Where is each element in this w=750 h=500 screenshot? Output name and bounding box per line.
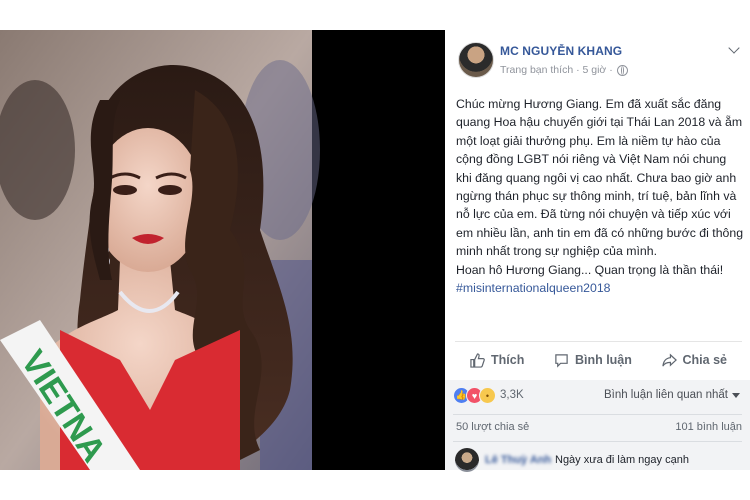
- post-meta-text: Trang bạn thích · 5 giờ ·: [500, 64, 613, 76]
- caret-down-icon[interactable]: [732, 393, 740, 398]
- like-label: Thích: [491, 353, 525, 367]
- comment-sort-dropdown[interactable]: Bình luận liên quan nhất: [604, 389, 728, 401]
- globe-icon[interactable]: [616, 64, 628, 76]
- reaction-icons[interactable]: 👍 ♥ •: [453, 387, 496, 404]
- comment-label: Bình luận: [574, 353, 632, 367]
- divider: [453, 414, 742, 415]
- post-paragraph: Chúc mừng Hương Giang. Em đã xuất sắc đă…: [456, 97, 744, 259]
- share-count[interactable]: 50 lượt chia sẻ: [456, 421, 529, 433]
- post-paragraph: Hoan hô Hương Giang... Quan trọng là thầ…: [456, 262, 724, 277]
- post-panel: MC NGUYỄN KHANG Trang bạn thích · 5 giờ …: [445, 30, 750, 472]
- like-button[interactable]: Thích: [470, 352, 525, 368]
- share-icon: [661, 352, 677, 367]
- chevron-down-icon[interactable]: [728, 42, 740, 54]
- share-label: Chia sẻ: [682, 353, 727, 367]
- commenter-avatar[interactable]: [455, 448, 479, 472]
- comment-button[interactable]: Bình luận: [554, 353, 632, 368]
- comment-text: Ngày xưa đi làm ngay cạnh: [555, 454, 689, 466]
- post-meta: Trang bạn thích · 5 giờ ·: [500, 64, 628, 76]
- photo-illustration: VIETNA: [0, 30, 445, 470]
- comment-count[interactable]: 101 bình luận: [675, 421, 742, 433]
- divider: [453, 441, 742, 442]
- commenter-name[interactable]: Lê Thuỳ Anh: [485, 454, 551, 466]
- author-name[interactable]: MC NGUYỄN KHANG: [500, 44, 622, 58]
- post-body: Chúc mừng Hương Giang. Em đã xuất sắc đă…: [456, 95, 744, 297]
- action-bar: Thích Bình luận Chia sẻ: [455, 346, 742, 374]
- thumbs-up-icon: [470, 352, 485, 368]
- wow-reaction-icon: •: [479, 387, 496, 404]
- divider: [455, 341, 742, 342]
- reaction-count[interactable]: 3,3K: [500, 389, 524, 401]
- share-button[interactable]: Chia sẻ: [661, 352, 727, 368]
- author-avatar[interactable]: [458, 42, 494, 78]
- comment-icon: [555, 353, 568, 368]
- hashtag-link[interactable]: #misinternationalqueen2018: [456, 279, 744, 297]
- post-photo[interactable]: VIETNA: [0, 30, 445, 470]
